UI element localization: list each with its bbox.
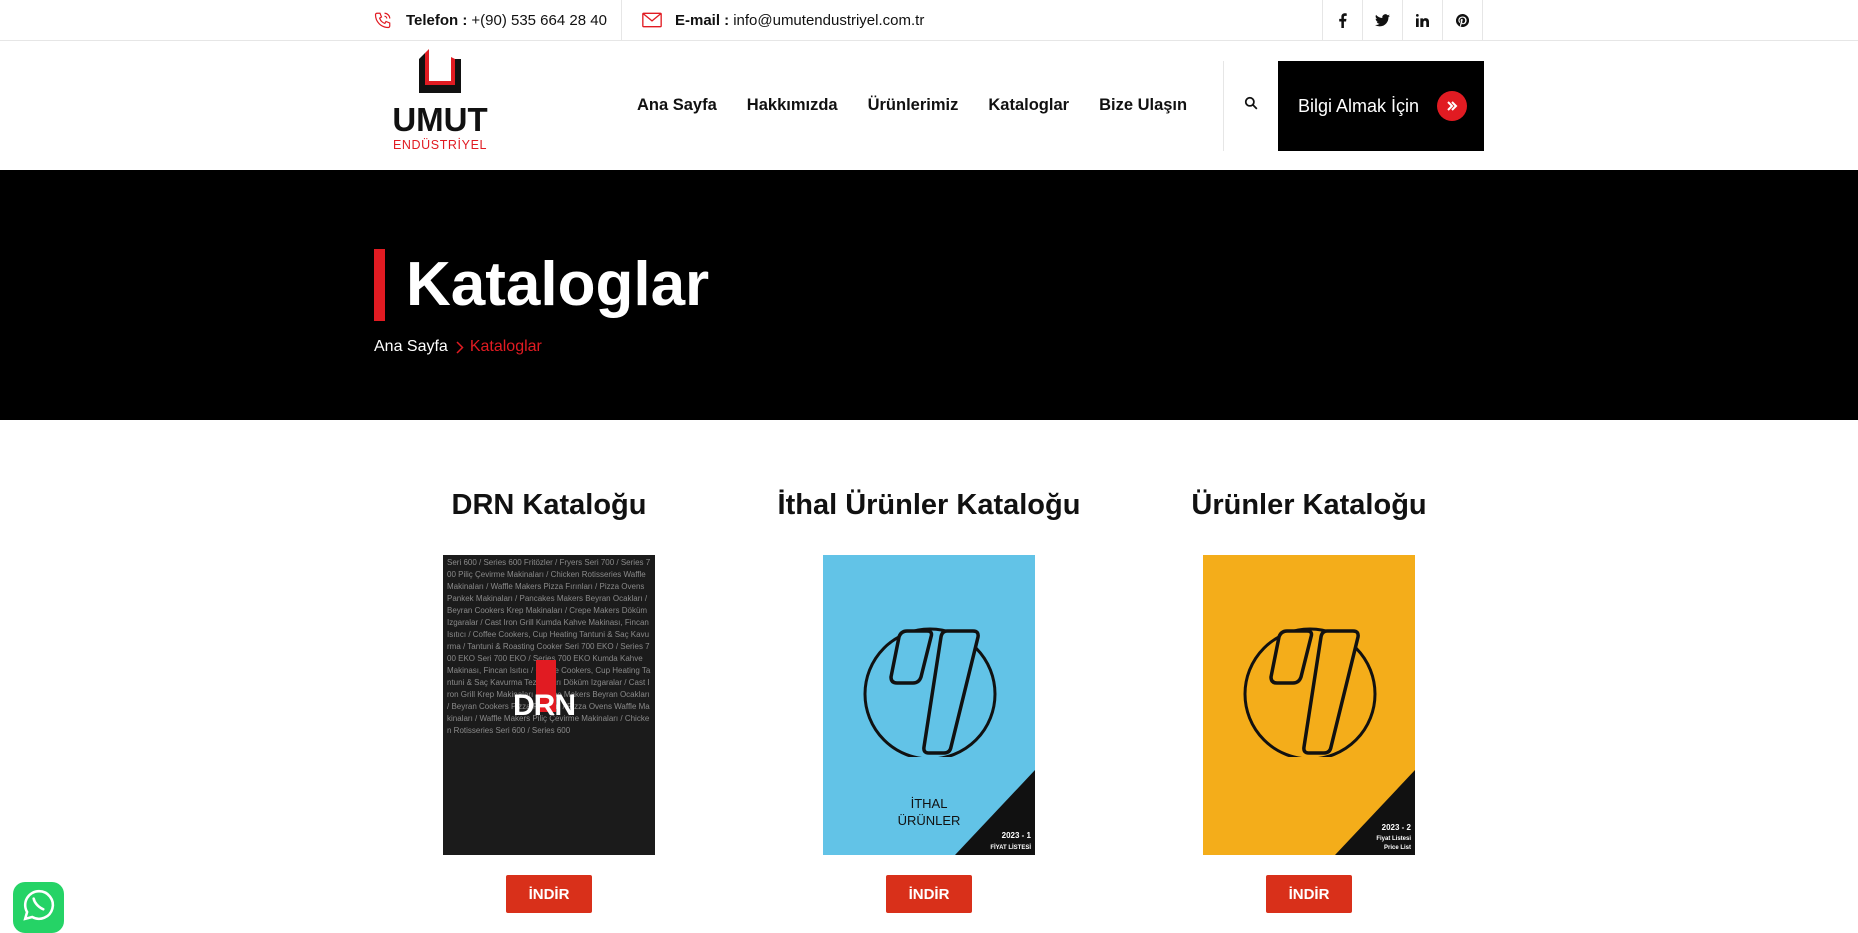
mail-icon	[642, 10, 662, 30]
topbar-divider	[621, 0, 622, 40]
download-button[interactable]: İNDİR	[886, 875, 972, 913]
cover-corner	[955, 770, 1035, 855]
phone-label: Telefon :	[406, 11, 468, 29]
nav-about[interactable]: Hakkımızda	[747, 96, 838, 115]
header-divider	[1223, 61, 1224, 151]
double-chevron-right-icon	[1437, 91, 1468, 121]
title-accent-bar	[374, 249, 385, 321]
breadcrumb: Ana Sayfa Kataloglar	[374, 338, 542, 356]
pinterest-icon[interactable]	[1443, 0, 1483, 40]
cover-corner-label: Fiyat Listesi	[1376, 836, 1411, 842]
cover-corner-year: 2023 - 2	[1381, 823, 1411, 832]
social-links	[1322, 0, 1483, 40]
cover-corner-label: FİYAT LİSTESİ	[990, 845, 1031, 851]
email-label: E-mail :	[675, 11, 730, 29]
phone-contact[interactable]: Telefon : +(90) 535 664 28 40	[373, 0, 607, 40]
breadcrumb-home[interactable]: Ana Sayfa	[374, 338, 448, 356]
catalog-title: İthal Ürünler Kataloğu	[777, 489, 1081, 521]
logo-wordmark: UMUT	[392, 101, 488, 138]
info-request-button[interactable]: Bilgi Almak İçin	[1278, 61, 1484, 151]
catalog-title: DRN Kataloğu	[451, 489, 647, 521]
twitter-icon[interactable]	[1363, 0, 1403, 40]
search-icon[interactable]	[1236, 88, 1266, 118]
cover-corner-year: 2023 - 1	[1001, 831, 1031, 840]
phone-icon	[373, 10, 393, 30]
site-logo[interactable]: UMUT ENDÜSTRİYEL	[383, 49, 497, 152]
brand-symbol-icon	[863, 627, 997, 757]
nav-contact[interactable]: Bize Ulaşın	[1099, 96, 1187, 115]
brand-symbol-icon	[1243, 627, 1377, 757]
page-title: Kataloglar	[406, 250, 710, 319]
facebook-icon[interactable]	[1323, 0, 1363, 40]
email-value[interactable]: info@umutendustriyel.com.tr	[733, 12, 924, 29]
main-nav: Ana Sayfa Hakkımızda Ürünlerimiz Katalog…	[622, 41, 1202, 170]
top-bar: Telefon : +(90) 535 664 28 40 E-mail : i…	[0, 0, 1858, 41]
info-request-label: Bilgi Almak İçin	[1298, 95, 1420, 116]
catalog-card-products: Ürünler Kataloğu 2023 - 2 Fiyat Listesi …	[1109, 485, 1509, 913]
main-header: UMUT ENDÜSTRİYEL Ana Sayfa Hakkımızda Ür…	[0, 41, 1858, 170]
cover-corner	[1335, 770, 1415, 855]
cover-brand: DRN	[513, 689, 576, 722]
nav-catalogs[interactable]: Kataloglar	[988, 96, 1069, 115]
logo-subtitle: ENDÜSTRİYEL	[392, 138, 488, 152]
catalog-cover-imported[interactable]: İTHAL ÜRÜNLER 2023 - 1 FİYAT LİSTESİ	[823, 555, 1035, 855]
breadcrumb-current: Kataloglar	[469, 338, 542, 355]
catalog-cover-drn[interactable]: Seri 600 / Series 600 Fritözler / Fryers…	[443, 555, 655, 855]
catalog-card-imported: İthal Ürünler Kataloğu İTHAL ÜRÜNLER 202…	[729, 485, 1129, 913]
whatsapp-icon[interactable]	[13, 882, 64, 933]
download-button[interactable]: İNDİR	[1266, 875, 1352, 913]
catalog-card-drn: DRN Kataloğu Seri 600 / Series 600 Fritö…	[349, 485, 749, 913]
download-button[interactable]: İNDİR	[506, 875, 592, 913]
catalog-cover-products[interactable]: 2023 - 2 Fiyat Listesi Price List	[1203, 555, 1415, 855]
email-contact[interactable]: E-mail : info@umutendustriyel.com.tr	[642, 0, 924, 40]
linkedin-icon[interactable]	[1403, 0, 1443, 40]
nav-home[interactable]: Ana Sayfa	[637, 96, 717, 115]
phone-value[interactable]: +(90) 535 664 28 40	[471, 12, 607, 29]
catalog-title: Ürünler Kataloğu	[1191, 489, 1427, 521]
chevron-right-icon	[456, 340, 464, 354]
logo-mark-icon	[419, 49, 461, 93]
cover-corner-label-en: Price List	[1383, 845, 1411, 851]
nav-products[interactable]: Ürünlerimiz	[868, 96, 959, 115]
page-hero: Kataloglar Ana Sayfa Kataloglar	[0, 170, 1858, 420]
